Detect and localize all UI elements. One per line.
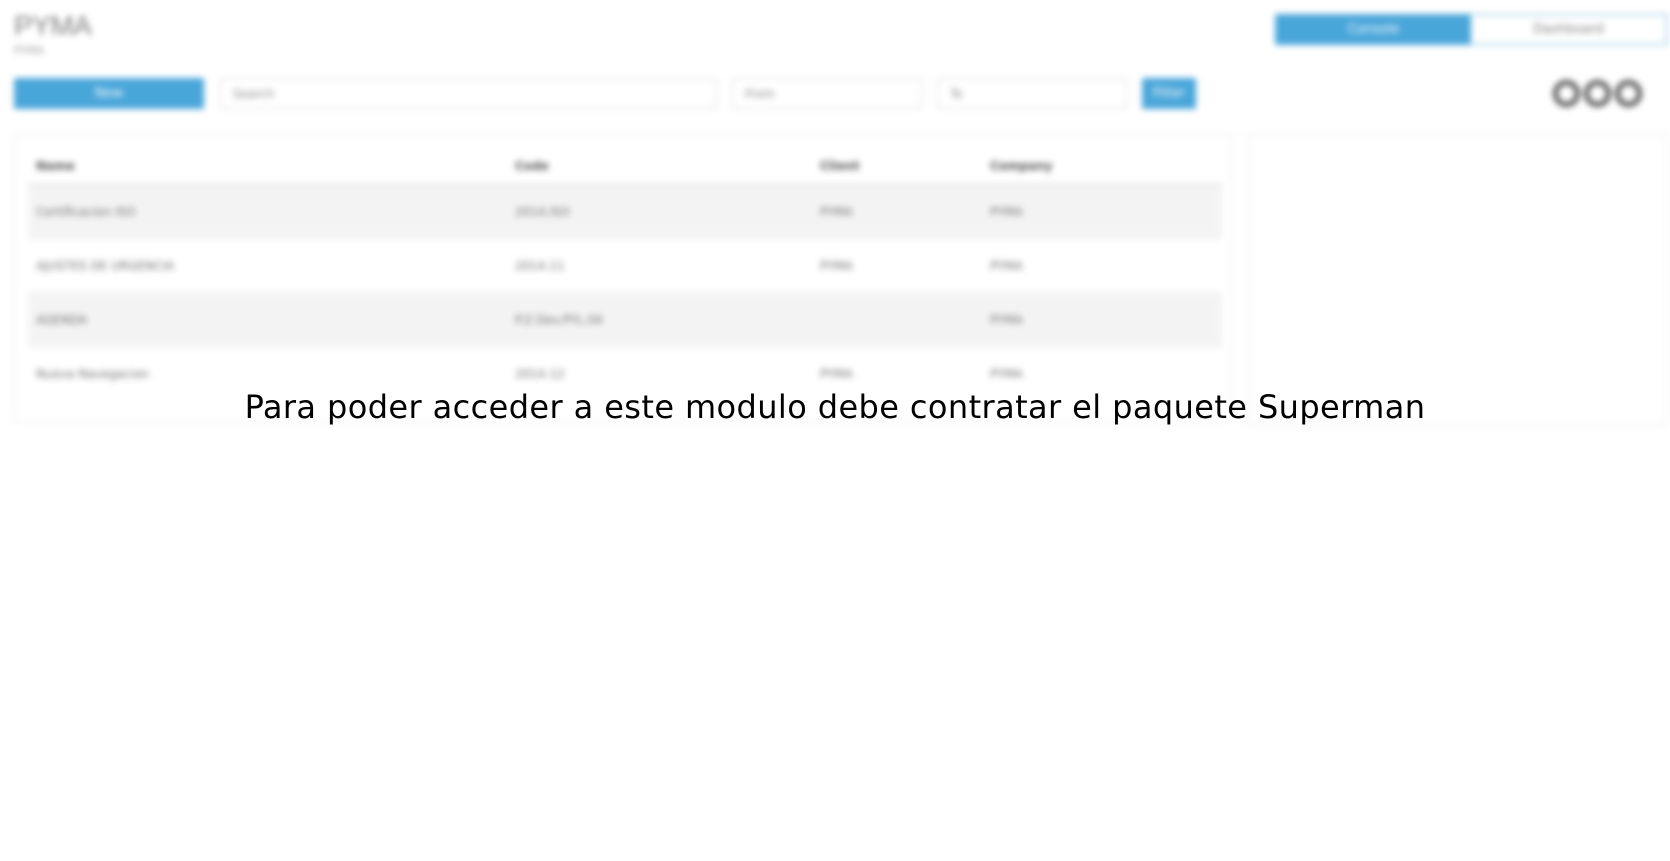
cell-name: Nueva Navegacion — [36, 366, 149, 381]
cell-client: PYMA — [820, 258, 853, 273]
console-tab[interactable]: Console — [1276, 15, 1471, 44]
blurred-app-background: PYMA PYMA Console Dashboard New Filter N… — [0, 0, 1670, 861]
cell-name: AJUSTES DE URGENCIA — [36, 258, 175, 273]
ring-icon — [1615, 80, 1642, 107]
detail-side-panel — [1248, 134, 1667, 425]
projects-table-panel: Name Code Client Company Certificacion I… — [14, 134, 1232, 422]
upgrade-required-message: Para poder acceder a este modulo debe co… — [244, 388, 1426, 426]
cell-name: Certificacion ISO — [36, 204, 136, 219]
column-header-name[interactable]: Name — [28, 159, 507, 173]
from-date-input[interactable] — [732, 78, 922, 109]
cell-company: PYMA — [990, 312, 1023, 327]
cell-code: P.Z.Dev.PYL.04 — [515, 312, 603, 327]
cell-company: PYMA — [990, 204, 1023, 219]
to-date-input[interactable] — [937, 78, 1127, 109]
column-header-company[interactable]: Company — [982, 159, 1222, 173]
column-header-client[interactable]: Client — [812, 159, 982, 173]
dashboard-tab[interactable]: Dashboard — [1471, 15, 1666, 44]
table-row[interactable]: AGENDA P.Z.Dev.PYL.04 PYMA — [28, 293, 1222, 347]
column-header-code[interactable]: Code — [507, 159, 812, 173]
projects-table: Name Code Client Company Certificacion I… — [28, 149, 1222, 400]
cell-company: PYMA — [990, 258, 1023, 273]
ring-icon — [1553, 80, 1580, 107]
table-row[interactable]: Certificacion ISO 2014.ISO PYMA PYMA — [28, 185, 1222, 239]
new-button[interactable]: New — [14, 78, 204, 109]
three-rings-icon[interactable] — [1553, 80, 1642, 107]
cell-name: AGENDA — [36, 312, 88, 327]
app-subtitle: PYMA — [14, 44, 45, 57]
cell-client: PYMA — [820, 204, 853, 219]
filter-button[interactable]: Filter — [1142, 78, 1196, 109]
cell-code: 2014.12 — [515, 366, 565, 381]
ring-icon — [1584, 80, 1611, 107]
view-switch: Console Dashboard — [1275, 14, 1667, 45]
table-header-row: Name Code Client Company — [28, 149, 1222, 185]
cell-code: 2014.ISO — [515, 204, 570, 219]
search-input[interactable] — [220, 78, 717, 109]
cell-client: PYMA — [820, 366, 853, 381]
app-title: PYMA — [14, 10, 92, 41]
cell-code: 2014.11 — [515, 258, 565, 273]
cell-company: PYMA — [990, 366, 1023, 381]
table-row[interactable]: AJUSTES DE URGENCIA 2014.11 PYMA PYMA — [28, 239, 1222, 293]
